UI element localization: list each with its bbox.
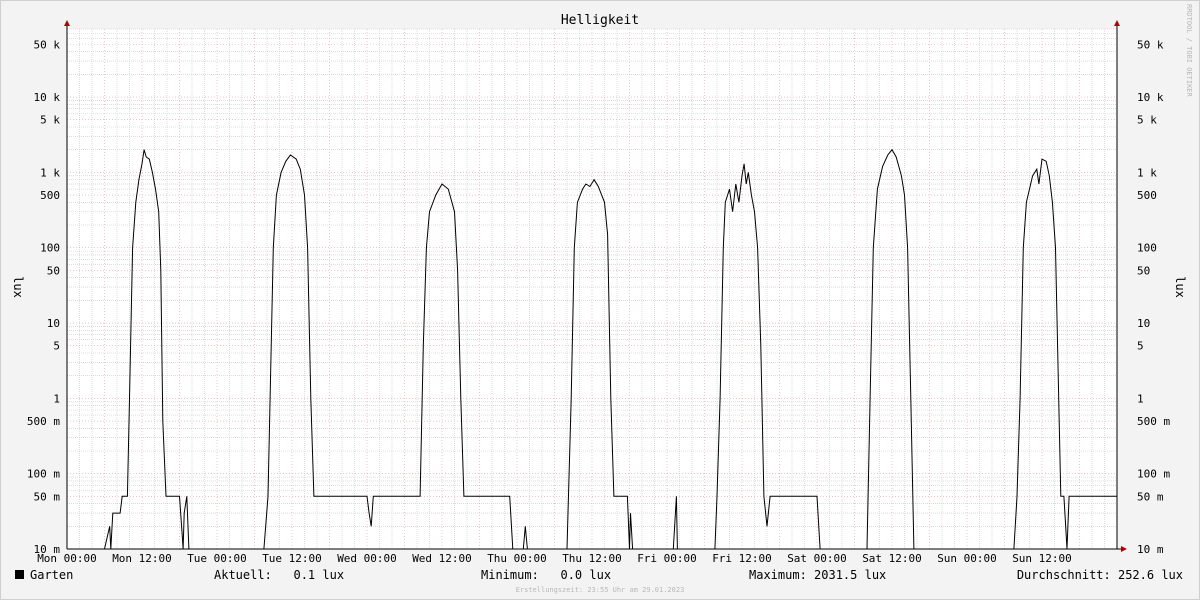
- y-tick-label-left: 5 k: [40, 114, 60, 127]
- chart-title: Helligkeit: [561, 13, 639, 28]
- x-tick-label: Mon 12:00: [112, 552, 172, 565]
- x-tick-label: Sat 12:00: [862, 552, 922, 565]
- x-tick-label: Thu 12:00: [562, 552, 622, 565]
- y-tick-label-right: 100: [1137, 242, 1157, 255]
- x-tick-label: Thu 00:00: [487, 552, 547, 565]
- y-tick-label-left: 50 k: [34, 38, 61, 51]
- y-tick-label-right: 500: [1137, 189, 1157, 202]
- y-axis-label-right: lux: [1173, 276, 1187, 298]
- y-axis-label-left: lux: [11, 276, 25, 298]
- creation-timestamp: Erstellungszeit: 23:55 Uhr am 29.01.2023: [516, 586, 685, 594]
- x-tick-label: Sun 00:00: [937, 552, 997, 565]
- y-tick-label-right: 1: [1137, 392, 1144, 405]
- y-tick-label-left: 50: [47, 264, 60, 277]
- y-tick-label-left: 100: [40, 242, 60, 255]
- x-tick-label: Tue 00:00: [187, 552, 247, 565]
- y-tick-label-right: 50 k: [1137, 38, 1164, 51]
- y-tick-label-right: 10 m: [1137, 543, 1164, 556]
- x-tick-label: Tue 12:00: [262, 552, 322, 565]
- y-tick-label-left: 10: [47, 317, 60, 330]
- y-tick-label-right: 50 m: [1137, 490, 1164, 503]
- y-tick-label-right: 1 k: [1137, 166, 1157, 179]
- y-tick-label-right: 5 k: [1137, 114, 1157, 127]
- legend-minimum: Minimum: 0.0 lux: [481, 568, 611, 582]
- y-tick-label-left: 500 m: [27, 415, 60, 428]
- x-tick-label: Fri 12:00: [712, 552, 772, 565]
- x-tick-label: Wed 00:00: [337, 552, 397, 565]
- y-tick-label-right: 10: [1137, 317, 1150, 330]
- y-tick-label-right: 50: [1137, 264, 1150, 277]
- legend-average: Durchschnitt: 252.6 lux: [1017, 568, 1183, 582]
- x-tick-label: Fri 00:00: [637, 552, 697, 565]
- y-tick-label-left: 1: [53, 392, 60, 405]
- legend-current: Aktuell: 0.1 lux: [214, 568, 344, 582]
- rrdtool-watermark: RRDTOOL / TOBI OETIKER: [1185, 4, 1193, 98]
- legend-series-name: Garten: [30, 568, 73, 582]
- brightness-chart: Helligkeit lux lux RRDTOOL / TOBI OETIKE…: [0, 0, 1200, 600]
- y-tick-label-left: 50 m: [34, 490, 61, 503]
- x-tick-label: Wed 12:00: [412, 552, 472, 565]
- y-tick-label-right: 10 k: [1137, 91, 1164, 104]
- x-tick-label: Sat 00:00: [787, 552, 847, 565]
- x-tick-label: Sun 12:00: [1012, 552, 1072, 565]
- y-tick-label-right: 500 m: [1137, 415, 1170, 428]
- legend-swatch: [15, 570, 24, 579]
- x-tick-label: Mon 00:00: [37, 552, 97, 565]
- y-tick-label-left: 1 k: [40, 166, 60, 179]
- y-tick-label-right: 5: [1137, 340, 1144, 353]
- y-tick-label-left: 5: [53, 340, 60, 353]
- y-tick-label-right: 100 m: [1137, 468, 1170, 481]
- y-tick-label-left: 10 k: [34, 91, 61, 104]
- y-tick-label-left: 100 m: [27, 468, 60, 481]
- legend-maximum: Maximum: 2031.5 lux: [749, 568, 886, 582]
- y-tick-label-left: 500: [40, 189, 60, 202]
